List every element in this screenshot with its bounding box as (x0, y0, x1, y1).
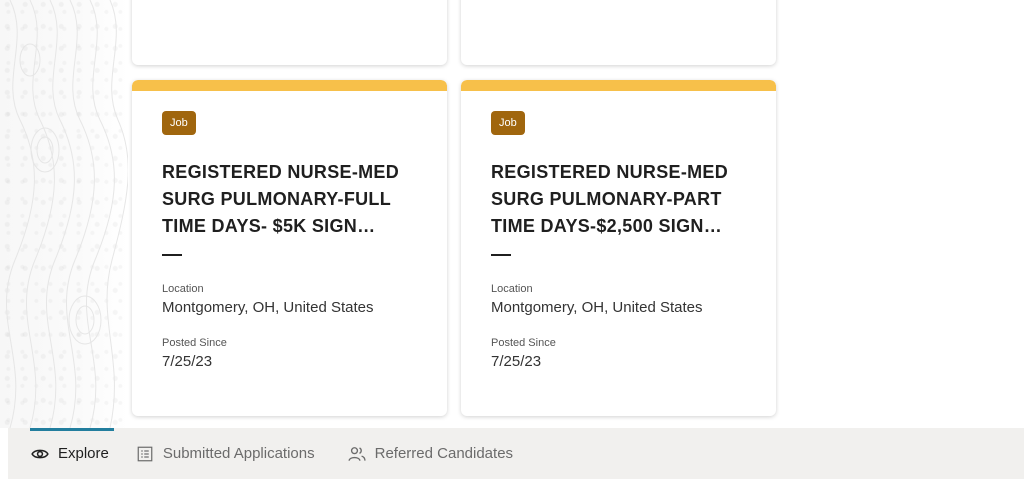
posted-since-label: Posted Since (162, 337, 227, 349)
location-label: Location (491, 283, 533, 295)
job-card-partial[interactable] (461, 0, 776, 65)
decorative-pattern (0, 0, 128, 428)
job-badge: Job (491, 111, 525, 135)
people-icon (347, 444, 367, 464)
title-divider (491, 254, 511, 256)
page: Job REGISTERED NURSE-MED SURG PULMONARY-… (0, 0, 1024, 479)
job-card-partial[interactable] (132, 0, 447, 65)
job-title[interactable]: REGISTERED NURSE-MED SURG PULMONARY-PART… (491, 159, 746, 240)
tab-label: Submitted Applications (162, 445, 315, 462)
title-divider (162, 254, 182, 256)
job-card[interactable]: Job REGISTERED NURSE-MED SURG PULMONARY-… (461, 80, 776, 416)
card-accent-bar (132, 80, 447, 91)
eye-icon (30, 444, 50, 464)
list-icon (135, 444, 155, 464)
tab-submitted-applications[interactable]: Submitted Applications (123, 428, 329, 479)
location-value: Montgomery, OH, United States (162, 299, 374, 316)
tab-label: Referred Candidates (374, 445, 514, 462)
tab-referred-candidates[interactable]: Referred Candidates (329, 428, 527, 479)
job-card[interactable]: Job REGISTERED NURSE-MED SURG PULMONARY-… (132, 80, 447, 416)
posted-since-label: Posted Since (491, 337, 556, 349)
card-accent-bar (461, 80, 776, 91)
posted-since-value: 7/25/23 (491, 353, 542, 370)
bottom-nav: Explore Submitted Applications Referred … (8, 428, 1024, 479)
posted-since-value: 7/25/23 (162, 353, 213, 370)
tab-explore[interactable]: Explore (8, 428, 123, 479)
location-value: Montgomery, OH, United States (491, 299, 703, 316)
job-title[interactable]: REGISTERED NURSE-MED SURG PULMONARY-FULL… (162, 159, 417, 240)
topographic-pattern-icon (6, 0, 128, 428)
tab-label: Explore (58, 445, 109, 462)
job-badge: Job (162, 111, 196, 135)
location-label: Location (162, 283, 204, 295)
